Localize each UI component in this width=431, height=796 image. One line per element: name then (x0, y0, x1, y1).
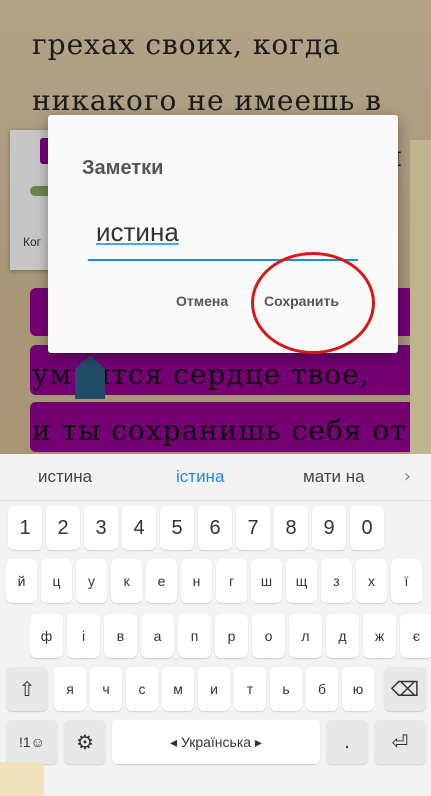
key-digit[interactable]: 5 (160, 506, 194, 550)
key-digit[interactable]: 8 (274, 506, 308, 550)
annotation-circle (251, 252, 375, 354)
key-letter[interactable]: х (356, 559, 387, 603)
key-digit[interactable]: 7 (236, 506, 270, 550)
page-corner (0, 762, 44, 796)
key-letter[interactable]: е (146, 559, 177, 603)
key-letter[interactable]: а (141, 614, 174, 658)
key-letter[interactable]: і (67, 614, 100, 658)
cancel-button[interactable]: Отмена (176, 293, 228, 309)
key-letter[interactable]: з (321, 559, 352, 603)
key-letter[interactable]: ч (90, 667, 122, 711)
key-letter[interactable]: н (181, 559, 212, 603)
symbols-key[interactable]: !1☺ (6, 720, 58, 764)
key-letter[interactable]: щ (286, 559, 317, 603)
period-key[interactable]: . (326, 720, 368, 764)
key-letter[interactable]: ц (41, 559, 72, 603)
key-letter[interactable]: ф (30, 614, 63, 658)
on-screen-keyboard: истина істина мати на › 1234567890 йцукен… (0, 454, 431, 796)
key-digit[interactable]: 0 (350, 506, 384, 550)
key-digit[interactable]: 6 (198, 506, 232, 550)
key-letter[interactable]: ь (270, 667, 302, 711)
space-key[interactable]: ◂ Українська ▸ (112, 720, 320, 764)
key-letter[interactable]: к (111, 559, 142, 603)
key-digit[interactable]: 3 (84, 506, 118, 550)
suggestion-item[interactable]: мати на (303, 467, 365, 487)
note-input-value[interactable]: истина (96, 217, 179, 248)
dialog-title: Заметки (82, 157, 164, 179)
key-digit[interactable]: 9 (312, 506, 346, 550)
key-letter[interactable]: у (76, 559, 107, 603)
key-letter[interactable]: ш (251, 559, 282, 603)
key-letter[interactable]: и (198, 667, 230, 711)
key-letter[interactable]: ї (391, 559, 422, 603)
key-letter[interactable]: о (252, 614, 285, 658)
suggestion-item[interactable]: істина (176, 467, 224, 487)
suggestion-item[interactable]: истина (38, 467, 92, 487)
suggestion-bar: истина істина мати на › (0, 454, 431, 501)
key-letter[interactable]: д (326, 614, 359, 658)
key-letter[interactable]: л (289, 614, 322, 658)
key-digit[interactable]: 2 (46, 506, 80, 550)
key-letter[interactable]: с (126, 667, 158, 711)
key-digit[interactable]: 4 (122, 506, 156, 550)
settings-key[interactable]: ⚙ (64, 720, 106, 764)
shift-key[interactable]: ⇧ (6, 667, 48, 711)
backspace-key[interactable]: ⌫ (384, 667, 426, 711)
key-letter[interactable]: г (216, 559, 247, 603)
key-letter[interactable]: р (215, 614, 248, 658)
key-letter[interactable]: ю (342, 667, 374, 711)
key-letter[interactable]: є (400, 614, 431, 658)
key-letter[interactable]: п (178, 614, 211, 658)
suggestion-expand-icon[interactable]: › (404, 466, 411, 487)
key-letter[interactable]: в (104, 614, 137, 658)
key-letter[interactable]: т (234, 667, 266, 711)
enter-key[interactable]: ⏎ (374, 720, 426, 764)
key-letter[interactable]: й (6, 559, 37, 603)
key-letter[interactable]: б (306, 667, 338, 711)
key-digit[interactable]: 1 (8, 506, 42, 550)
key-letter[interactable]: ж (363, 614, 396, 658)
key-letter[interactable]: м (162, 667, 194, 711)
key-letter[interactable]: я (54, 667, 86, 711)
